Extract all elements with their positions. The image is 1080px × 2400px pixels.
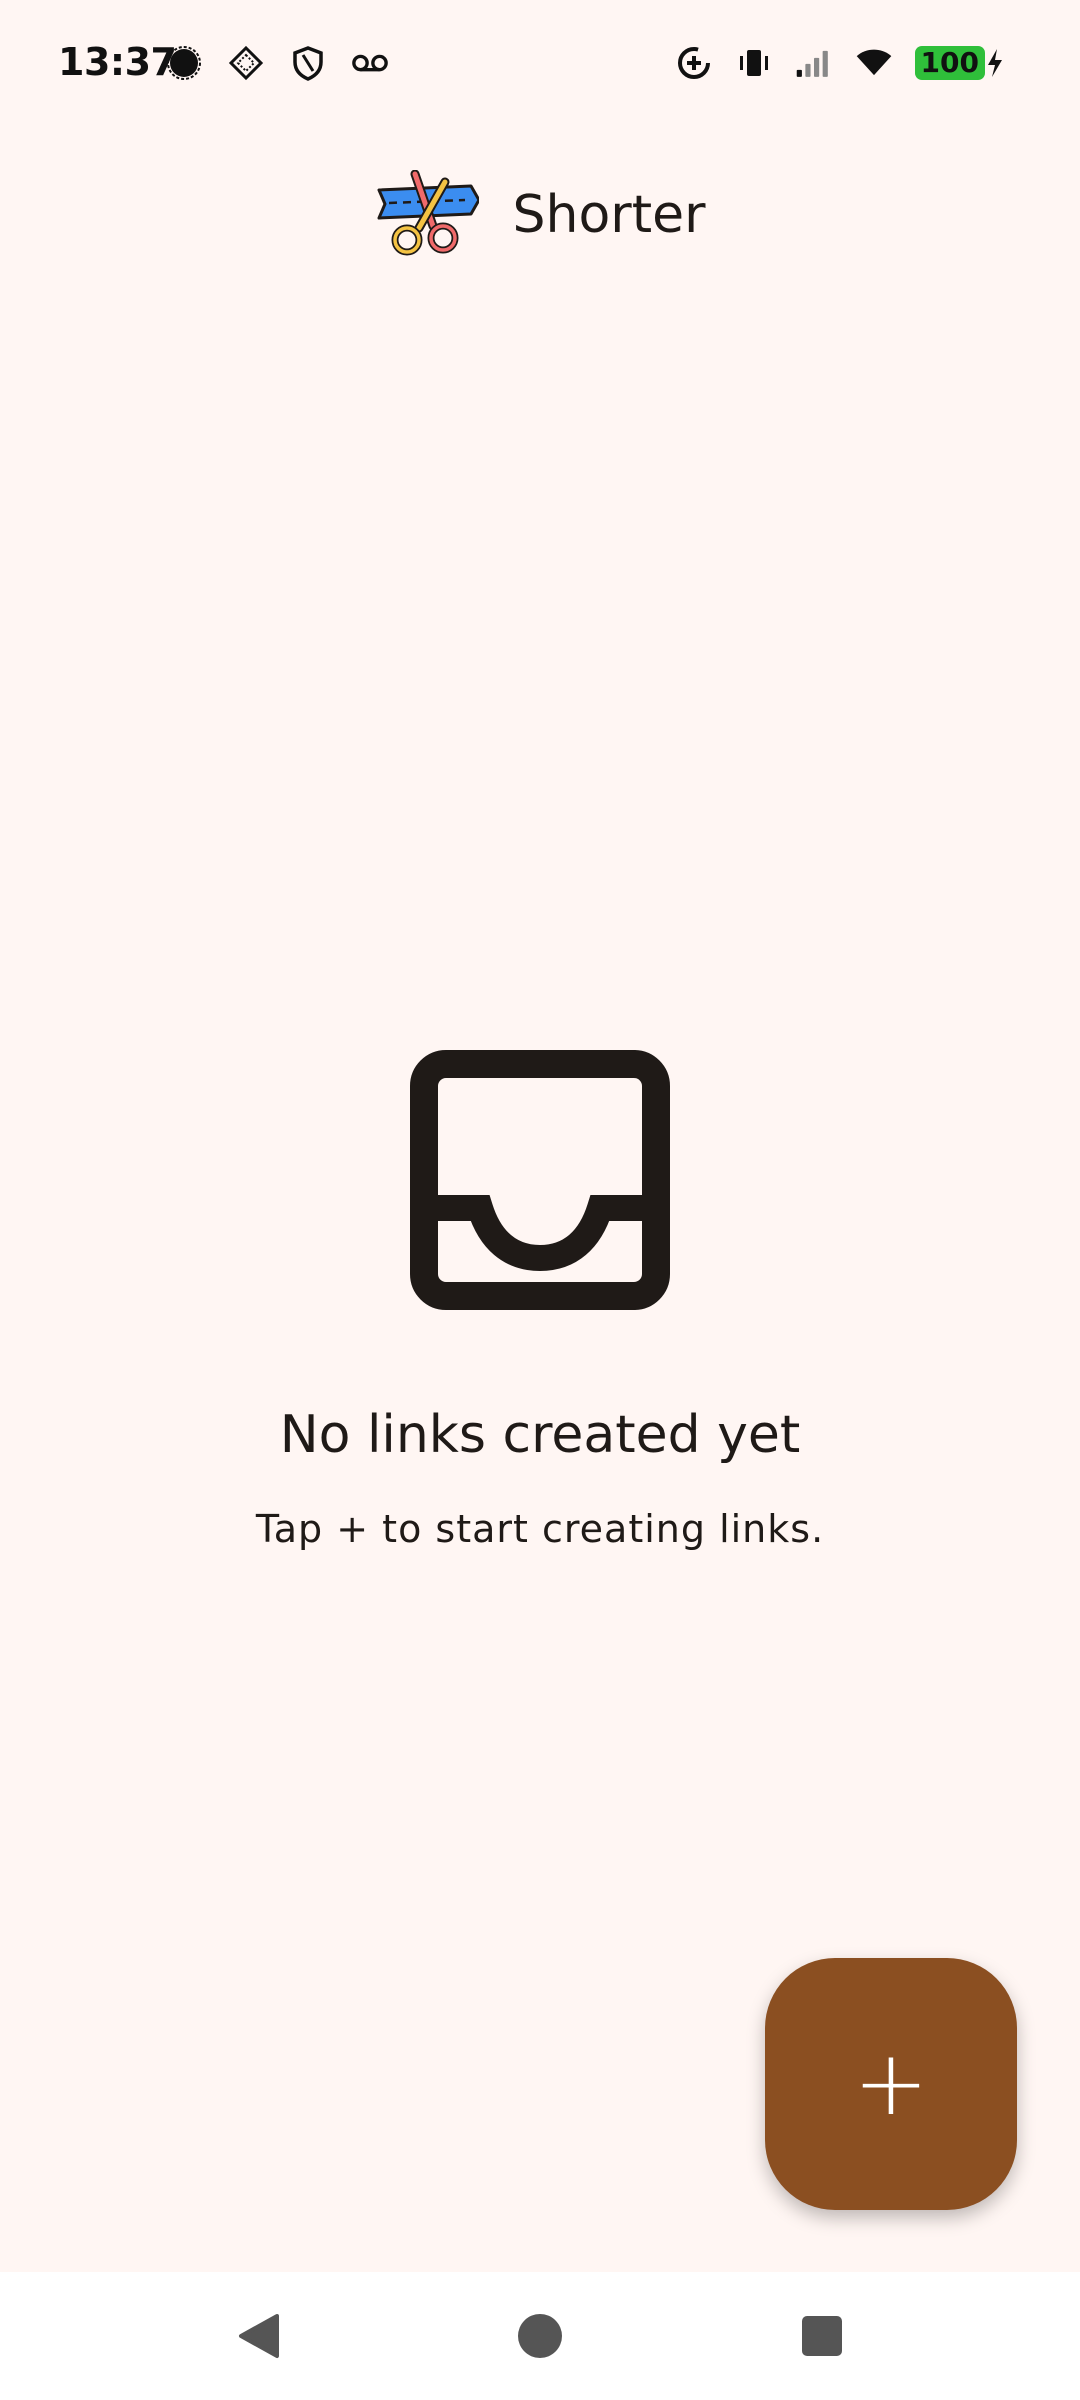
status-bar: 13:37 100 <box>0 0 1080 130</box>
status-right-icons: 100 <box>675 44 1005 82</box>
wifi-icon <box>855 44 893 82</box>
empty-state: No links created yet Tap + to start crea… <box>0 1050 1080 1551</box>
empty-state-subtitle: Tap + to start creating links. <box>255 1507 825 1551</box>
status-time: 13:37 <box>58 40 177 84</box>
cell-signal-icon <box>795 44 833 82</box>
back-button[interactable] <box>235 2312 283 2360</box>
home-icon <box>518 2314 562 2358</box>
recents-icon <box>802 2316 842 2356</box>
signal-app-icon <box>165 44 203 82</box>
recents-button[interactable] <box>798 2312 846 2360</box>
home-button[interactable] <box>516 2312 564 2360</box>
scissors-ribbon-icon <box>377 170 479 256</box>
location-diamond-icon <box>227 44 265 82</box>
charging-icon <box>988 49 1002 77</box>
battery-indicator: 100 <box>914 46 1005 80</box>
voicemail-icon <box>351 44 389 82</box>
empty-state-title: No links created yet <box>279 1405 801 1465</box>
battery-level: 100 <box>914 46 985 80</box>
add-icon: + <box>853 2031 929 2136</box>
add-link-button[interactable]: + <box>765 1958 1017 2210</box>
back-icon <box>239 2314 279 2358</box>
app-bar: Shorter <box>0 165 1080 265</box>
inbox-icon <box>410 1050 670 1310</box>
app-title: Shorter <box>512 185 706 245</box>
data-saver-icon <box>675 44 713 82</box>
navigation-bar <box>0 2272 1080 2400</box>
shield-icon <box>289 44 327 82</box>
status-left-icons <box>165 44 389 82</box>
vibrate-icon <box>735 44 773 82</box>
